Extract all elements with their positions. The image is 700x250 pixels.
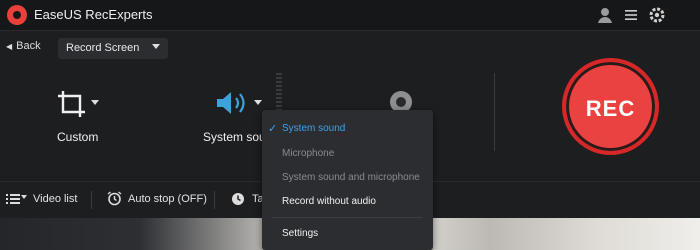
checkmark-icon: ✓ — [268, 123, 278, 135]
region-label[interactable]: Custom — [57, 130, 98, 144]
back-label: Back — [16, 40, 41, 52]
menu-item-microphone[interactable]: Microphone — [282, 148, 334, 159]
crop-region-icon[interactable] — [55, 88, 89, 120]
region-chevron-down-icon[interactable] — [91, 100, 99, 105]
menu-item-record-without-audio[interactable]: Record without audio — [282, 196, 376, 207]
clock-icon[interactable] — [231, 192, 245, 206]
divider — [91, 191, 92, 209]
menu-icon[interactable] — [622, 6, 640, 24]
toolbar: ◀ Back Record Screen — [0, 31, 700, 63]
speaker-icon[interactable] — [215, 90, 249, 116]
user-icon[interactable] — [596, 6, 614, 24]
alarm-clock-icon[interactable] — [107, 191, 122, 206]
app-logo — [7, 5, 27, 25]
audio-chevron-down-icon[interactable] — [254, 100, 262, 105]
audio-source-menu: ✓ System sound Microphone System sound a… — [262, 110, 433, 250]
list-icon[interactable] — [6, 193, 20, 205]
audio-source-label[interactable]: System sou — [203, 130, 266, 144]
chevron-down-icon — [152, 44, 160, 49]
video-list-button[interactable]: Video list — [33, 193, 77, 205]
gear-icon[interactable] — [648, 6, 666, 24]
back-button[interactable]: ◀ Back — [6, 40, 41, 52]
rec-label: REC — [585, 96, 636, 121]
auto-stop-button[interactable]: Auto stop (OFF) — [128, 193, 207, 205]
rec-button[interactable]: REC — [562, 58, 659, 155]
app-title: EaseUS RecExperts — [34, 7, 153, 22]
menu-item-system-and-microphone[interactable]: System sound and microphone — [282, 172, 420, 183]
menu-item-settings[interactable]: Settings — [282, 228, 318, 239]
record-mode-label: Record Screen — [66, 42, 140, 54]
divider — [214, 191, 215, 209]
record-mode-dropdown[interactable]: Record Screen — [58, 38, 168, 59]
video-list-chevron-icon[interactable] — [21, 195, 27, 199]
menu-separator — [272, 217, 422, 218]
divider — [494, 73, 495, 151]
menu-item-system-sound[interactable]: System sound — [282, 123, 345, 134]
title-bar: EaseUS RecExperts — [0, 0, 700, 31]
back-arrow-icon: ◀ — [6, 42, 13, 51]
